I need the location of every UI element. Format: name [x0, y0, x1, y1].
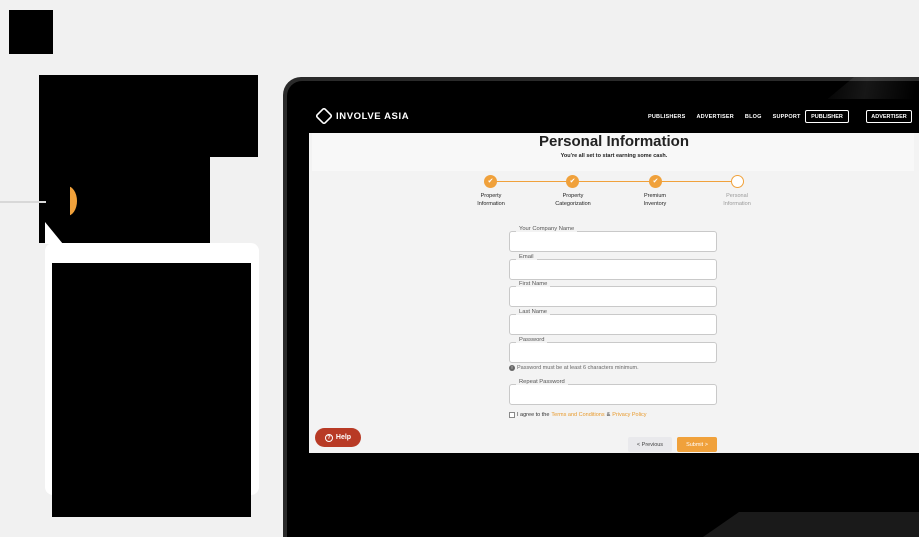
redacted-block-banner [39, 75, 258, 157]
nav-link-advertiser[interactable]: ADVERTISER [696, 114, 733, 120]
nav-link-support[interactable]: SUPPORT [773, 114, 801, 120]
step-1-dot: ✔ [484, 175, 497, 188]
privacy-link[interactable]: Privacy Policy [612, 412, 646, 418]
involve-asia-logo-icon [314, 106, 334, 126]
page-subtitle: You're all set to start earning some cas… [560, 153, 668, 159]
step-2-dot: ✔ [566, 175, 579, 188]
step-4-dot [731, 175, 744, 188]
divider-line [0, 201, 48, 203]
info-icon: ! [509, 365, 515, 371]
repeat-password-label: Repeat Password [516, 379, 568, 385]
nav-link-publishers[interactable]: PUBLISHERS [648, 114, 685, 120]
help-button[interactable]: ? Help [315, 428, 361, 447]
agree-checkbox[interactable] [509, 412, 515, 418]
publisher-button[interactable]: PUBLISHER [805, 110, 849, 123]
nav-links: PUBLISHERS ADVERTISER BLOG SUPPORT [648, 114, 801, 120]
redacted-block-card [52, 263, 251, 517]
nav-link-blog[interactable]: BLOG [745, 114, 762, 120]
logo[interactable]: INVOLVE ASIA [314, 106, 410, 126]
company-name-label: Your Company Name [516, 226, 578, 232]
password-hint-text: Password must be at least 6 characters m… [517, 365, 639, 371]
email-field[interactable]: Email [509, 254, 717, 280]
logo-text: INVOLVE ASIA [336, 110, 410, 122]
check-icon: ✔ [487, 178, 494, 185]
redacted-block-top [9, 10, 53, 54]
submit-button[interactable]: Submit > [677, 437, 717, 452]
page-title: Personal Information [538, 133, 690, 150]
password-hint: ! Password must be at least 6 characters… [509, 365, 639, 371]
check-icon: ✔ [569, 178, 576, 185]
last-name-label: Last Name [516, 309, 551, 315]
navbar: INVOLVE ASIA PUBLISHERS ADVERTISER BLOG … [309, 99, 919, 133]
terms-link[interactable]: Terms and Conditions [551, 412, 604, 418]
advertiser-button[interactable]: ADVERTISER [866, 110, 912, 123]
ampersand-text: & [606, 412, 611, 418]
check-icon: ✔ [652, 178, 659, 185]
previous-button[interactable]: < Previous [628, 437, 672, 452]
repeat-password-field[interactable]: Repeat Password [509, 379, 717, 405]
laptop-screen: INVOLVE ASIA PUBLISHERS ADVERTISER BLOG … [309, 99, 919, 453]
first-name-field[interactable]: First Name [509, 281, 717, 307]
agree-row: I agree to the Terms and Conditions & Pr… [509, 412, 647, 418]
first-name-label: First Name [516, 281, 551, 287]
step-3-label[interactable]: Premium Inventory [625, 192, 685, 208]
step-3-dot: ✔ [649, 175, 662, 188]
password-field[interactable]: Password [509, 337, 717, 363]
agree-text: I agree to the [517, 412, 550, 418]
email-label: Email [516, 254, 537, 260]
redacted-block-small [46, 181, 70, 221]
laptop-bottom-shine [703, 512, 919, 537]
stepper-progress-line [491, 181, 737, 182]
help-label: Help [335, 434, 352, 441]
step-4-label: Personal Information [723, 193, 751, 207]
step-1-label[interactable]: Property Information [461, 192, 521, 208]
question-icon: ? [324, 433, 333, 442]
password-label: Password [516, 337, 548, 343]
last-name-field[interactable]: Last Name [509, 309, 717, 335]
step-2-label[interactable]: Property Categorization [543, 192, 603, 208]
company-name-field[interactable]: Your Company Name [509, 226, 717, 252]
